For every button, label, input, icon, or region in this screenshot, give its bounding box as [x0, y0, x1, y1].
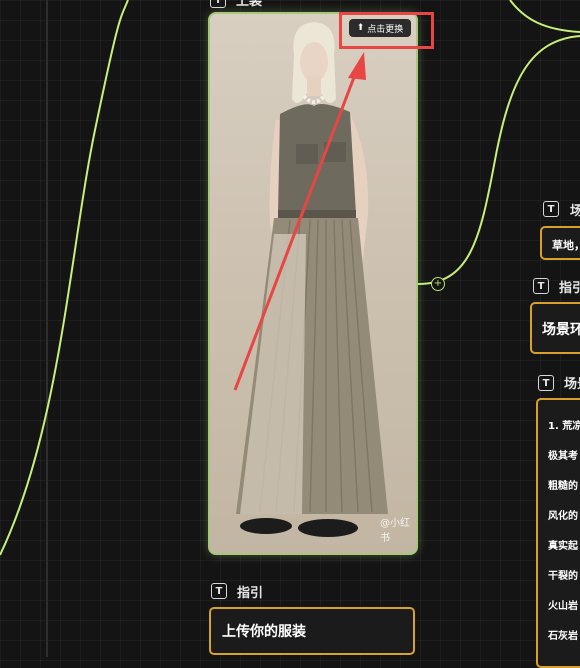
scene-description-box[interactable]: 1. 荒凉 极其考 粗糙的 风化的 真实起 干裂的 火山岩 石灰岩 — [536, 398, 580, 668]
desc-line: 火山岩 — [548, 601, 578, 612]
guide-node-title: 指引 — [237, 586, 264, 601]
text-type-icon: T — [538, 375, 554, 391]
desc-line: 粗糙的 — [548, 481, 578, 492]
desc-line: 极其考 — [548, 451, 578, 462]
right-guide-box[interactable]: 场景环 — [530, 302, 580, 354]
guide-content-text: 上传你的服装 — [222, 624, 306, 640]
scene-value-text: 草地， — [552, 239, 580, 252]
desc-line: 1. 荒凉 — [548, 421, 580, 432]
text-type-icon: T — [533, 278, 549, 294]
desc-line: 风化的 — [548, 511, 578, 522]
text-type-icon: T — [543, 201, 559, 217]
scene-value-box[interactable]: 草地， — [540, 226, 580, 260]
right-guide-title: 指引 — [559, 281, 580, 296]
output-port-plus[interactable]: + — [431, 277, 445, 291]
text-type-icon: T — [211, 583, 227, 599]
annotation-arrow — [233, 52, 366, 391]
right-guide-text: 场景环 — [542, 322, 580, 338]
desc-line: 真实起 — [548, 541, 578, 552]
desc-line: 干裂的 — [548, 571, 578, 582]
desc-line: 石灰岩 — [548, 631, 578, 642]
desc-node-title: 场景 — [564, 377, 580, 392]
scene-node-title: 场景 — [570, 204, 580, 219]
guide-content-box[interactable]: 上传你的服装 — [209, 607, 415, 655]
